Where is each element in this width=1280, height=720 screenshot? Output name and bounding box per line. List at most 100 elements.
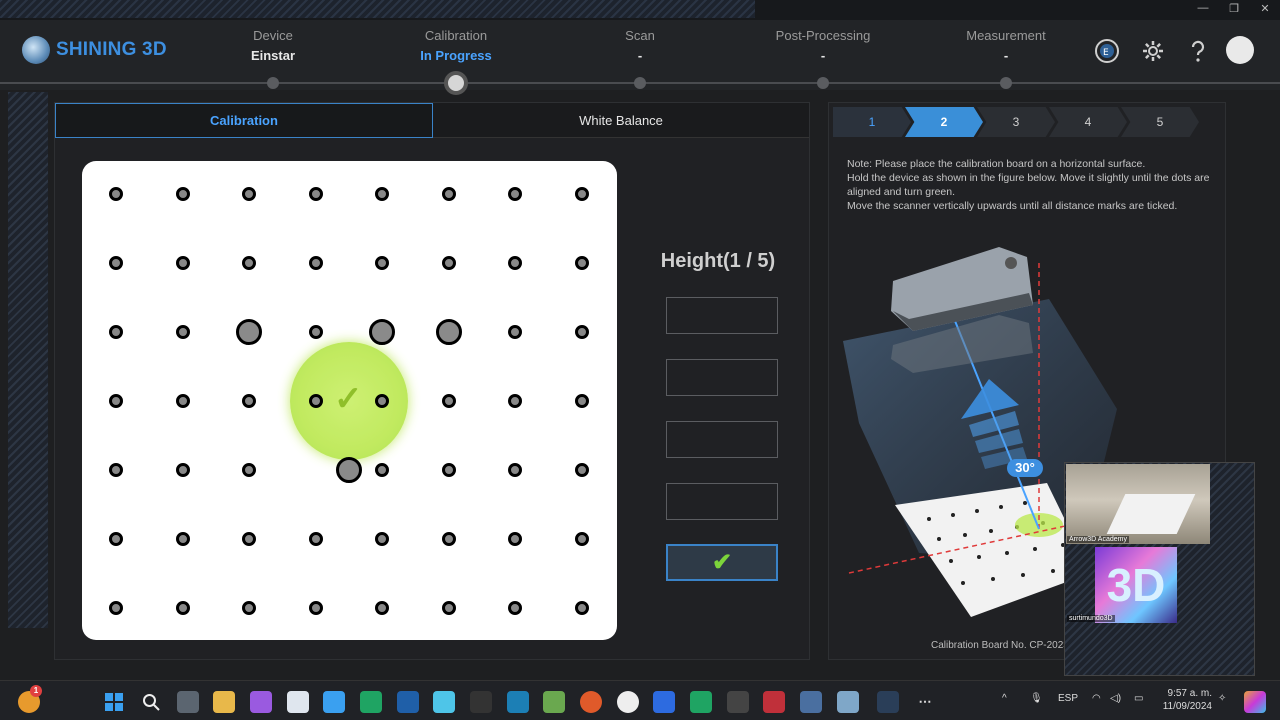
marker-dot	[176, 601, 190, 615]
gear-icon[interactable]	[1139, 37, 1167, 65]
angle-badge: 30°	[1007, 459, 1043, 477]
check-icon: ✔	[711, 549, 733, 576]
tab-calibration[interactable]: Calibration	[55, 103, 433, 138]
marker-dot	[309, 532, 323, 546]
marker-dot	[442, 256, 456, 270]
marker-dot	[109, 394, 123, 408]
step-post-processing[interactable]: Post-Processing -	[753, 28, 893, 63]
calibration-card-photo	[1106, 494, 1196, 534]
app-header: SHINING 3D Device Einstar Calibration In…	[0, 20, 1280, 95]
help-icon[interactable]	[1184, 37, 1212, 65]
large-marker-dot	[436, 319, 462, 345]
step-calibration[interactable]: Calibration In Progress	[386, 28, 526, 63]
app-icon[interactable]	[287, 691, 309, 713]
title-bar-pattern	[0, 0, 755, 18]
wizard-step-4[interactable]: 4	[1049, 107, 1127, 137]
app-icon[interactable]	[360, 691, 382, 713]
search-icon[interactable]	[140, 691, 162, 713]
marker-dot	[508, 187, 522, 201]
step-value: Einstar	[250, 48, 296, 63]
marker-dot	[176, 187, 190, 201]
wifi-icon[interactable]: ◠	[1092, 693, 1101, 704]
target-check-icon: ✓	[334, 380, 363, 418]
einstar-icon[interactable]: E	[1093, 37, 1121, 65]
more-apps-icon[interactable]: ⋯	[914, 691, 936, 713]
app-window: — ❐ ✕ SHINING 3D Device Einstar Calibrat…	[0, 0, 1280, 720]
wizard-step-1[interactable]: 1	[833, 107, 911, 137]
battery-icon[interactable]: ▭	[1134, 693, 1143, 704]
marker-dot	[442, 532, 456, 546]
app-icon[interactable]	[690, 691, 712, 713]
wizard-step-5[interactable]: 5	[1121, 107, 1199, 137]
marker-dot	[375, 463, 389, 477]
weather-icon[interactable]: 1	[18, 685, 42, 713]
app-icon[interactable]	[580, 691, 602, 713]
height-confirm-check: ✔	[666, 544, 778, 581]
wizard-step-2[interactable]: 2	[905, 107, 983, 137]
task-view-icon[interactable]	[177, 691, 199, 713]
app-icon[interactable]	[727, 691, 749, 713]
app-icon[interactable]	[507, 691, 529, 713]
app-icon[interactable]	[250, 691, 272, 713]
app-icon[interactable]	[470, 691, 492, 713]
marker-dot	[442, 601, 456, 615]
marker-dot	[375, 187, 389, 201]
microphone-icon[interactable]: 🎙	[1030, 693, 1043, 704]
marker-dot	[508, 394, 522, 408]
app-icon[interactable]	[397, 691, 419, 713]
system-clock[interactable]: 9:57 a. m. 11/09/2024	[1156, 687, 1212, 713]
avatar[interactable]	[1226, 36, 1254, 64]
marker-dot	[242, 256, 256, 270]
brand-logo: SHINING 3D	[22, 36, 167, 64]
marker-dot	[508, 532, 522, 546]
marker-dot	[109, 532, 123, 546]
height-mark-box	[666, 297, 778, 334]
notifications-icon[interactable]: ✧	[1218, 693, 1226, 704]
app-icon[interactable]	[800, 691, 822, 713]
calibration-board-view: ✓	[82, 161, 617, 640]
large-marker-dot	[336, 457, 362, 483]
wizard-step-3[interactable]: 3	[977, 107, 1055, 137]
file-explorer-icon[interactable]	[213, 691, 235, 713]
marker-dot	[575, 256, 589, 270]
marker-dot	[242, 394, 256, 408]
wizard-steps: 1 2 3 4 5	[833, 107, 1223, 137]
marker-dot	[575, 532, 589, 546]
marker-dot	[575, 601, 589, 615]
clock-time: 9:57 a. m.	[1167, 688, 1212, 699]
marker-dot	[442, 394, 456, 408]
calibration-panel: Calibration White Balance ✓ Height(1 / 5…	[54, 102, 810, 660]
language-indicator[interactable]: ESP	[1058, 693, 1078, 704]
app-icon[interactable]	[617, 691, 639, 713]
app-icon[interactable]	[837, 691, 859, 713]
marker-dot	[242, 601, 256, 615]
app-icon[interactable]	[543, 691, 565, 713]
app-icon[interactable]	[653, 691, 675, 713]
panel-tabs: Calibration White Balance	[55, 103, 809, 138]
close-button[interactable]: ✕	[1250, 2, 1280, 15]
step-measurement[interactable]: Measurement -	[936, 28, 1076, 63]
marker-dot	[176, 394, 190, 408]
app-icon[interactable]	[323, 691, 345, 713]
einstar-taskbar-icon[interactable]	[877, 691, 899, 713]
marker-dot	[375, 601, 389, 615]
start-icon[interactable]	[103, 691, 125, 713]
step-scan[interactable]: Scan -	[570, 28, 710, 63]
marker-dot	[575, 394, 589, 408]
tab-white-balance[interactable]: White Balance	[433, 103, 809, 138]
step-device[interactable]: Device Einstar	[203, 28, 343, 63]
webcam-feed-top: Arrow3D Academy	[1066, 464, 1210, 544]
shining3d-logo-icon	[22, 36, 50, 64]
marker-dot	[575, 325, 589, 339]
copilot-icon[interactable]	[1244, 691, 1266, 713]
minimize-button[interactable]: —	[1188, 2, 1218, 14]
chevron-up-icon[interactable]: ^	[1002, 693, 1007, 704]
app-icon[interactable]	[763, 691, 785, 713]
app-icon[interactable]	[433, 691, 455, 713]
step-value: -	[1003, 48, 1009, 63]
volume-icon[interactable]: ◁)	[1110, 693, 1121, 704]
marker-dot	[109, 187, 123, 201]
progress-node-calibration	[444, 71, 468, 95]
maximize-button[interactable]: ❐	[1219, 2, 1249, 15]
marker-dot	[176, 532, 190, 546]
